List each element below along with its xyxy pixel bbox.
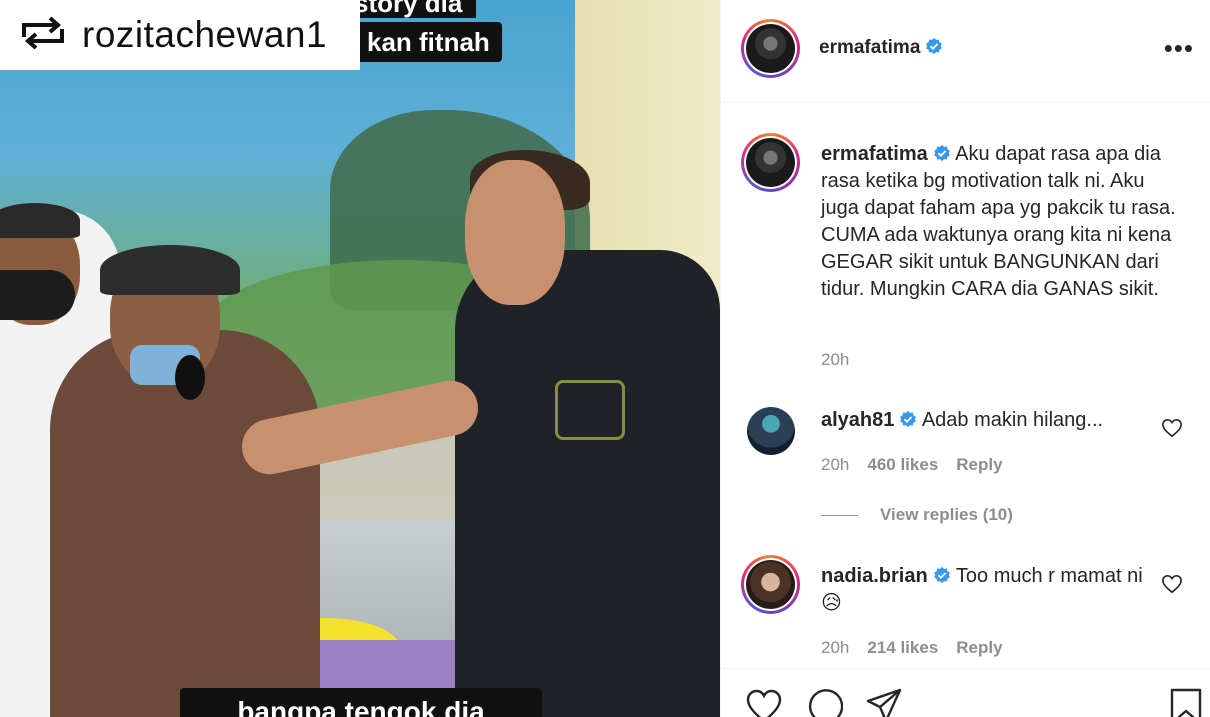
comment-text: Adab makin hilang...: [921, 409, 1104, 431]
more-options-icon[interactable]: •••: [1164, 35, 1194, 61]
post-media[interactable]: story dia kan fitnah bangpa tengok dia r…: [0, 0, 720, 717]
person-right-face: [465, 160, 565, 305]
microphone: [175, 355, 205, 400]
commenter-username[interactable]: nadia.brian: [821, 565, 928, 587]
shirt-logo: [555, 380, 625, 440]
comment-body: nadia.brian Too much r mamat ni😥: [821, 563, 1151, 617]
like-comment-heart-icon[interactable]: [1161, 418, 1183, 438]
view-replies-button[interactable]: View replies (10): [821, 505, 1013, 525]
comment-meta: 20h 460 likes Reply: [821, 455, 1003, 475]
verified-badge-icon: [926, 37, 943, 55]
commenter-avatar[interactable]: [747, 407, 795, 455]
view-replies-line: [821, 514, 858, 516]
comment-icon[interactable]: [805, 687, 843, 717]
repost-tag: rozitachewan1: [0, 0, 360, 70]
person-middle-cap: [100, 245, 240, 295]
author-avatar[interactable]: [741, 19, 800, 78]
author-name-row: ermafatima: [819, 37, 943, 59]
comment-meta: 20h 214 likes Reply: [821, 638, 1003, 658]
caption-timestamp[interactable]: 20h: [821, 350, 849, 370]
comment-likes[interactable]: 460 likes: [867, 455, 938, 475]
heart-icon[interactable]: [745, 687, 783, 717]
commenter-username[interactable]: alyah81: [821, 409, 894, 431]
post-action-bar: [721, 668, 1210, 717]
video-caption-top-1: story dia: [340, 0, 477, 18]
caption-author-avatar[interactable]: [741, 133, 800, 192]
verified-badge-icon: [933, 566, 950, 584]
post-header: ermafatima •••: [721, 0, 1210, 103]
caption-text-block: ermafatima Aku dapat rasa apa dia rasa k…: [821, 141, 1183, 303]
comment-reply-button[interactable]: Reply: [956, 455, 1002, 475]
person-right: [455, 250, 720, 717]
comment-timestamp[interactable]: 20h: [821, 455, 849, 475]
verified-badge-icon: [900, 410, 917, 428]
caption-author-username[interactable]: ermafatima: [821, 143, 928, 165]
video-caption-bottom: bangpa tengok dia: [180, 688, 542, 717]
comment-likes[interactable]: 214 likes: [867, 638, 938, 658]
view-replies-label[interactable]: View replies (10): [880, 505, 1013, 525]
repost-icon: [18, 13, 68, 58]
video-caption-top-2: kan fitnah: [355, 22, 502, 62]
comment-reply-button[interactable]: Reply: [956, 638, 1002, 658]
repost-username: rozitachewan1: [82, 14, 328, 55]
commenter-avatar[interactable]: [741, 555, 800, 614]
post-side-panel: ermafatima ••• ermafatima Aku dapat rasa…: [720, 0, 1210, 717]
verified-badge-icon: [933, 144, 950, 162]
caption-text: Aku dapat rasa apa dia rasa ketika bg mo…: [821, 143, 1176, 300]
person-left-cap: [0, 203, 80, 238]
bookmark-icon[interactable]: [1167, 687, 1205, 717]
share-icon[interactable]: [865, 687, 903, 717]
comment-timestamp[interactable]: 20h: [821, 638, 849, 658]
author-username[interactable]: ermafatima: [819, 37, 920, 58]
like-comment-heart-icon[interactable]: [1161, 574, 1183, 594]
comment-body: alyah81 Adab makin hilang...: [821, 407, 1151, 434]
person-left-mask: [0, 270, 75, 320]
